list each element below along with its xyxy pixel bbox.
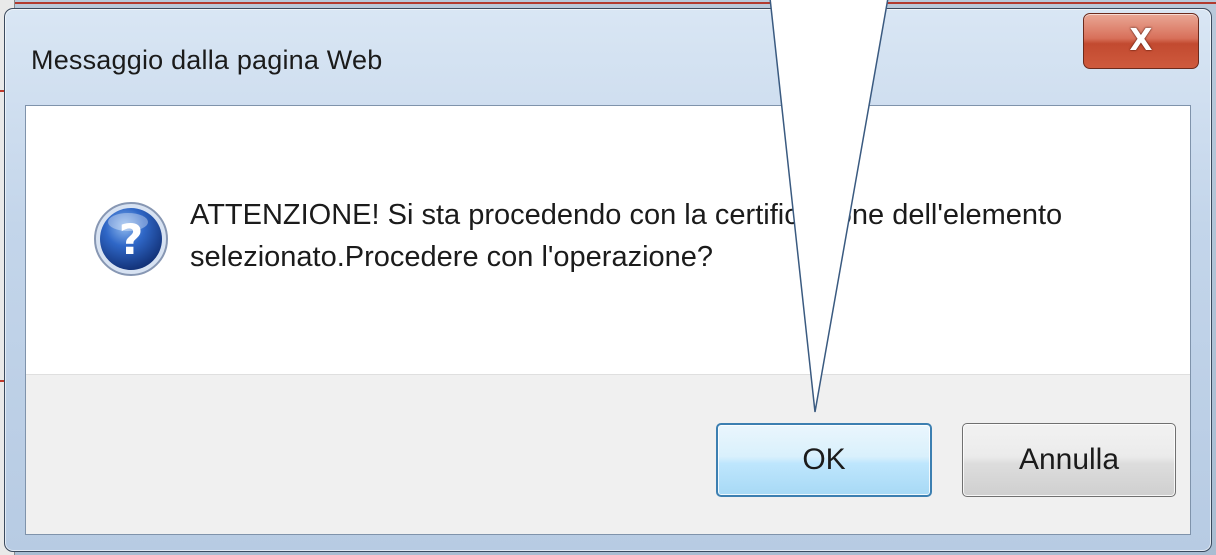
dialog-title: Messaggio dalla pagina Web [31,45,383,75]
ok-button[interactable]: OK [716,423,932,497]
dialog-message: ATTENZIONE! Si sta procedendo con la cer… [190,199,1063,273]
message-area: ? ATTENZIONE! Si sta procedendo con la c… [26,106,1190,374]
question-icon: ? [94,202,168,276]
message-dialog: Messaggio dalla pagina Web X ? ATTENZION… [4,8,1212,552]
dialog-body: ? ATTENZIONE! Si sta procedendo con la c… [25,105,1191,535]
svg-text:?: ? [119,215,143,264]
close-button[interactable]: X [1083,13,1199,69]
dialog-titlebar[interactable]: Messaggio dalla pagina Web X [5,9,1211,105]
close-icon: X [1129,23,1153,58]
button-bar: OK Annulla [26,374,1190,534]
screen: Messaggio dalla pagina Web X ? ATTENZION… [0,0,1216,555]
backdrop-page-border [0,2,1216,4]
cancel-button[interactable]: Annulla [962,423,1176,497]
